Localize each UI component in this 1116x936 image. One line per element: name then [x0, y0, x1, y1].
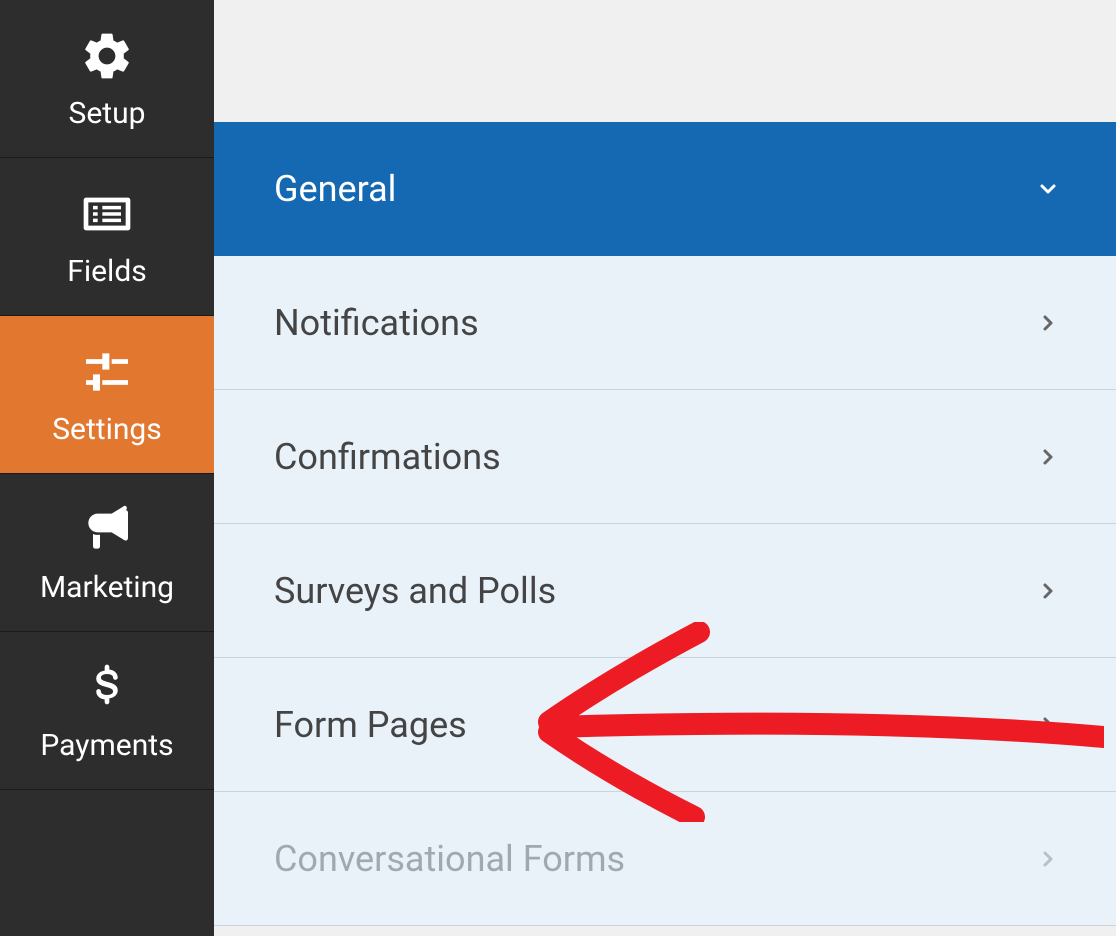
settings-item-label: Confirmations [274, 436, 501, 478]
sidebar-item-payments[interactable]: Payments [0, 632, 214, 790]
chevron-right-icon [1036, 311, 1060, 335]
settings-item-label: Notifications [274, 302, 479, 344]
sliders-icon [79, 344, 135, 400]
settings-item-form-pages[interactable]: Form Pages [214, 658, 1116, 792]
sidebar-item-setup[interactable]: Setup [0, 0, 214, 158]
settings-item-label: General [274, 168, 396, 210]
settings-item-surveys-polls[interactable]: Surveys and Polls [214, 524, 1116, 658]
bullhorn-icon [79, 502, 135, 558]
chevron-right-icon [1036, 713, 1060, 737]
sidebar-item-marketing[interactable]: Marketing [0, 474, 214, 632]
settings-item-conversational-forms[interactable]: Conversational Forms [214, 792, 1116, 926]
gear-icon [79, 28, 135, 84]
sidebar-item-label: Settings [52, 412, 162, 447]
settings-item-label: Form Pages [274, 704, 467, 746]
sidebar-item-label: Payments [40, 728, 173, 763]
dollar-icon [79, 660, 135, 716]
settings-item-general[interactable]: General [214, 122, 1116, 256]
settings-item-notifications[interactable]: Notifications [214, 256, 1116, 390]
settings-item-label: Surveys and Polls [274, 570, 556, 612]
settings-panel: General Notifications Confirmations Surv… [214, 122, 1116, 926]
settings-item-label: Conversational Forms [274, 838, 625, 880]
chevron-right-icon [1036, 847, 1060, 871]
sidebar-item-label: Marketing [40, 570, 174, 605]
chevron-down-icon [1036, 177, 1060, 201]
content-top-spacer [214, 0, 1116, 122]
sidebar: Setup Fields Settings Marketing Payments [0, 0, 214, 936]
list-icon [79, 186, 135, 242]
sidebar-item-label: Fields [67, 254, 146, 289]
chevron-right-icon [1036, 579, 1060, 603]
sidebar-item-label: Setup [69, 96, 146, 131]
chevron-right-icon [1036, 445, 1060, 469]
settings-item-confirmations[interactable]: Confirmations [214, 390, 1116, 524]
sidebar-item-settings[interactable]: Settings [0, 316, 214, 474]
sidebar-item-fields[interactable]: Fields [0, 158, 214, 316]
content-area: General Notifications Confirmations Surv… [214, 0, 1116, 936]
